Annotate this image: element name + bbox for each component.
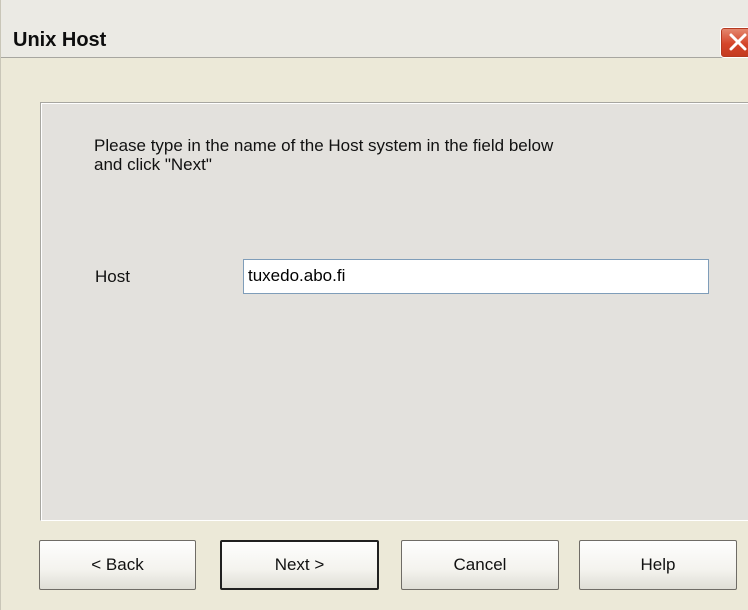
back-button[interactable]: < Back (39, 540, 196, 590)
host-label: Host (95, 267, 130, 286)
instructions-text: Please type in the name of the Host syst… (94, 136, 694, 174)
window-title: Unix Host (13, 29, 107, 51)
instructions-line: Please type in the name of the Host syst… (94, 136, 554, 174)
next-button[interactable]: Next > (220, 540, 379, 590)
title-bar[interactable]: Unix Host (1, 0, 748, 58)
help-button[interactable]: Help (579, 540, 737, 590)
close-icon (729, 33, 747, 51)
close-button[interactable] (720, 27, 748, 58)
host-input[interactable] (243, 259, 709, 294)
cancel-button[interactable]: Cancel (401, 540, 559, 590)
unix-host-dialog: Unix Host Please type in the name of the… (0, 0, 748, 610)
